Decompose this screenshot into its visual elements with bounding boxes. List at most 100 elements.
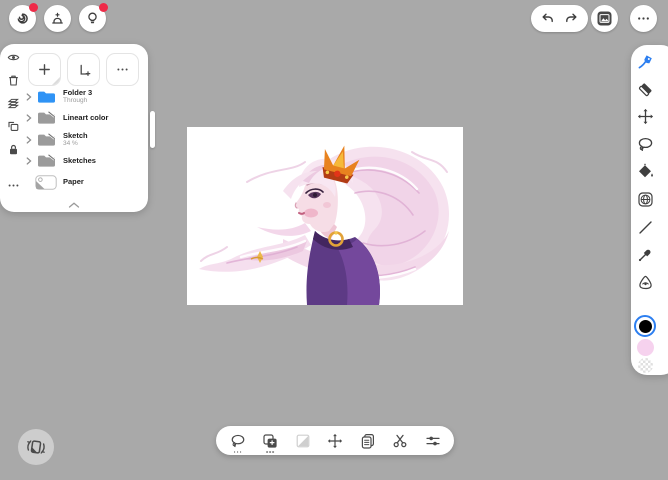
transparent-color-swatch[interactable] [637,358,653,374]
adjust-sliders-button[interactable] [422,429,444,453]
fill-bucket-tool[interactable] [631,163,659,180]
merge-layers-icon[interactable] [7,97,20,110]
line-icon [638,220,652,234]
artwork-image [187,127,463,305]
chevron-up-icon [68,202,80,208]
folder-hidden-icon [34,154,58,168]
tips-button[interactable] [78,3,108,32]
folder-hidden-icon [34,111,58,125]
visibility-eye-icon[interactable] [7,51,20,64]
options-dots [266,450,274,453]
secondary-color-swatch[interactable] [636,339,654,357]
layer-row-paper[interactable]: Paper [24,172,144,194]
layer-name: Paper [63,177,84,187]
layer-subtitle: 34 % [63,140,78,148]
layer-row-sketch[interactable]: Sketch 34 % [24,129,144,151]
lasso-select-tool[interactable] [631,136,659,153]
layer-row-lineart-color[interactable]: Lineart color [24,108,144,130]
layer-list: Folder 3 Through Lineart color Sketch 34… [24,86,144,194]
ellipsis-icon [117,68,128,71]
more-ellipsis-icon [638,17,649,20]
copy-merged-button[interactable] [259,429,281,453]
filter-fx-tool[interactable] [631,274,659,291]
primary-color-swatch[interactable] [634,315,656,338]
lasso-icon [231,434,244,447]
paint-brush-icon [638,55,652,69]
lightbulb-tips-icon [87,12,97,24]
expand-chevron-icon[interactable] [24,93,34,101]
layer-more-options-icon[interactable] [7,179,20,192]
redo-icon[interactable] [564,11,579,26]
layer-actions-strip [0,51,26,192]
layer-name: Sketch [63,130,88,140]
folder-hidden-icon [34,132,58,147]
grid-globe-icon [637,192,653,207]
gradient-icon [296,434,309,447]
eyedropper-tool[interactable] [631,246,659,263]
delete-trash-icon[interactable] [7,74,20,87]
layer-stack-add-icon [51,12,63,24]
gallery-button[interactable] [9,3,38,32]
paint-brush-tool[interactable] [631,53,659,70]
rotate-canvas-button[interactable] [18,429,54,465]
paste-icon [361,433,374,449]
layers-panel: Folder 3 Through Lineart color Sketch 34… [0,44,148,212]
paper-layer-icon [34,175,58,190]
layer-row-folder-3[interactable]: Folder 3 Through [24,86,144,108]
tools-toolbar [631,45,668,375]
folder-blue-icon [34,90,58,104]
eraser-tool[interactable] [631,81,659,98]
app-screen: Folder 3 Through Lineart color Sketch 34… [0,0,668,480]
color-swatches [631,315,659,374]
cut-scissors-button[interactable] [389,429,411,453]
lock-icon[interactable] [7,143,20,156]
layer-subtitle: Through [63,97,88,105]
move-arrows-icon [637,109,653,125]
expand-chevron-icon[interactable] [24,136,34,144]
duplicate-layer-icon[interactable] [7,120,20,133]
new-group-icon [80,64,90,76]
lasso-icon [638,137,652,151]
panel-drag-handle[interactable] [150,111,155,148]
sliders-icon [425,436,440,445]
fx-eye-icon [638,275,652,289]
export-image-button[interactable] [591,5,618,32]
folded-corner [52,77,60,85]
notification-badge [29,3,38,12]
plus-icon [39,64,50,75]
move-transform-tool[interactable] [631,108,659,125]
rotate-canvas-icon [27,440,45,454]
layer-row-sketches[interactable]: Sketches [24,151,144,173]
undo-icon[interactable] [540,11,555,26]
layer-stack-button[interactable] [43,5,71,32]
fill-bucket-icon [638,164,653,178]
paste-clipboard-button[interactable] [357,429,379,453]
layer-header-buttons [28,53,139,86]
more-menu-button[interactable] [630,5,657,32]
image-export-icon [597,11,612,26]
primary-color-fill [638,319,652,333]
copy-plus-icon [263,433,277,448]
expand-chevron-icon[interactable] [24,114,34,122]
gradient-mask-button[interactable] [292,429,314,453]
collapse-panel-control[interactable] [0,202,148,208]
selection-toolbar [216,426,454,455]
add-layer-button[interactable] [28,53,61,86]
line-tool[interactable] [631,219,659,236]
move-button[interactable] [324,429,346,453]
scissors-icon [393,434,407,447]
eyedropper-icon [638,249,651,262]
lasso-select-button[interactable] [227,429,249,453]
move-arrows-icon [327,433,343,448]
drawing-canvas[interactable] [187,127,463,305]
guides-grid-tool[interactable] [631,191,659,208]
expand-chevron-icon[interactable] [24,157,34,165]
layer-name: Folder 3 [63,87,93,97]
new-group-button[interactable] [67,53,100,86]
gallery-spiral-icon [17,13,28,24]
layers-more-button[interactable] [106,53,139,86]
notification-badge [98,3,108,12]
eraser-icon [638,83,652,96]
layer-name: Sketches [63,155,96,165]
options-dots [233,450,242,453]
